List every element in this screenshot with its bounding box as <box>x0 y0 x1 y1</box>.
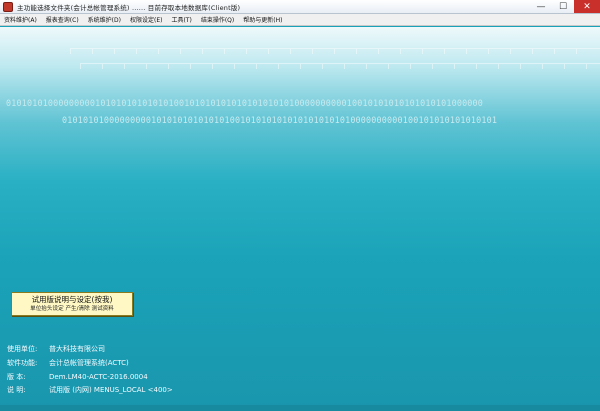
info-version-value: Dem.LM40-ACTC-2016.0004 <box>49 373 148 381</box>
ruler-tick <box>124 64 125 69</box>
info-function: 软件功能: 会计总帐管理系统(ACTC) <box>7 358 129 368</box>
ruler-tick <box>454 64 455 69</box>
ruler-tick <box>542 64 543 69</box>
ruler-tick <box>466 49 467 54</box>
ruler-tick <box>300 64 301 69</box>
ruler-tick <box>586 64 587 69</box>
info-note-value: 试用版 (内网) MENUS_LOCAL <400> <box>49 386 173 394</box>
ruler-tick <box>554 49 555 54</box>
ruler-tick <box>510 49 511 54</box>
menu-permission-settings[interactable]: 权限设定(E) <box>130 15 162 24</box>
ruler-tick <box>564 64 565 69</box>
ruler-tick <box>410 64 411 69</box>
ruler-tick <box>114 49 115 54</box>
menu-data-maintenance[interactable]: 资料维护(A) <box>4 15 37 24</box>
info-function-value: 会计总帐管理系统(ACTC) <box>49 359 129 367</box>
ruler-tick <box>80 64 81 69</box>
menu-bar: 资料维护(A) 报表查询(C) 系统维护(D) 权限设定(E) 工具(T) 结束… <box>0 14 600 26</box>
info-unit-value: 普大科技有限公司 <box>49 345 105 353</box>
ruler-tick <box>476 64 477 69</box>
decorative-ruler <box>80 63 600 71</box>
ruler-tick <box>444 49 445 54</box>
app-icon[interactable] <box>3 1 13 12</box>
info-note: 说 明: 试用版 (内网) MENUS_LOCAL <400> <box>7 385 173 395</box>
info-unit-label: 使用单位: <box>7 345 38 353</box>
trial-info-button[interactable]: 试用版说明与设定(按我) 单位抬头设定 产生/清除 测试资料 <box>11 292 133 316</box>
ruler-tick <box>334 49 335 54</box>
info-unit: 使用单位: 普大科技有限公司 <box>7 344 105 354</box>
ruler-tick <box>92 49 93 54</box>
ruler-tick <box>432 64 433 69</box>
decorative-binary-text: 0101010100000000010101010101010100101010… <box>6 98 484 108</box>
info-note-label: 说 明: <box>7 386 26 394</box>
menu-exit[interactable]: 结束操作(Q) <box>201 15 234 24</box>
maximize-button[interactable]: ☐ <box>552 0 574 13</box>
ruler-tick <box>256 64 257 69</box>
ruler-tick <box>312 49 313 54</box>
ruler-tick <box>378 49 379 54</box>
ruler-tick <box>532 49 533 54</box>
ruler-tick <box>234 64 235 69</box>
window-controls: — ☐ ✕ <box>530 0 600 13</box>
info-function-label: 软件功能: <box>7 359 38 367</box>
ruler-tick <box>224 49 225 54</box>
minimize-button[interactable]: — <box>530 0 552 13</box>
window-title: 主功能选择文件夹(会计总帐管理系统) ...... 目前存取本地数据库(Clie… <box>17 3 241 12</box>
ruler-tick <box>246 49 247 54</box>
close-button[interactable]: ✕ <box>574 0 600 13</box>
decorative-ruler <box>70 48 600 56</box>
ruler-tick <box>520 64 521 69</box>
trial-button-subtitle: 单位抬头设定 产生/清除 测试资料 <box>30 306 114 312</box>
menu-tools[interactable]: 工具(T) <box>171 15 191 24</box>
ruler-tick <box>180 49 181 54</box>
menu-help-update[interactable]: 帮助与更新(H) <box>243 15 282 24</box>
ruler-tick <box>422 49 423 54</box>
ruler-tick <box>290 49 291 54</box>
status-bar <box>0 405 600 411</box>
ruler-tick <box>278 64 279 69</box>
ruler-tick <box>400 49 401 54</box>
ruler-tick <box>388 64 389 69</box>
main-area: 0101010100000000010101010101010100101010… <box>0 27 600 411</box>
title-bar: 主功能选择文件夹(会计总帐管理系统) ...... 目前存取本地数据库(Clie… <box>0 0 600 14</box>
ruler-tick <box>190 64 191 69</box>
ruler-tick <box>498 64 499 69</box>
ruler-tick <box>70 49 71 54</box>
ruler-tick <box>212 64 213 69</box>
ruler-tick <box>576 49 577 54</box>
ruler-tick <box>344 64 345 69</box>
trial-button-title: 试用版说明与设定(按我) <box>31 295 113 304</box>
ruler-tick <box>202 49 203 54</box>
ruler-tick <box>322 64 323 69</box>
ruler-tick <box>158 49 159 54</box>
ruler-tick <box>366 64 367 69</box>
info-version: 版 本: Dem.LM40-ACTC-2016.0004 <box>7 372 148 382</box>
ruler-tick <box>268 49 269 54</box>
menu-system-maintenance[interactable]: 系统维护(D) <box>88 15 121 24</box>
ruler-tick <box>102 64 103 69</box>
ruler-tick <box>356 49 357 54</box>
info-version-label: 版 本: <box>7 373 26 381</box>
ruler-tick <box>136 49 137 54</box>
menu-report-query[interactable]: 报表查询(C) <box>46 15 79 24</box>
decorative-binary-text: 0101010100000000010101010101010100101010… <box>62 115 498 125</box>
ruler-tick <box>146 64 147 69</box>
ruler-tick <box>488 49 489 54</box>
ruler-tick <box>168 64 169 69</box>
